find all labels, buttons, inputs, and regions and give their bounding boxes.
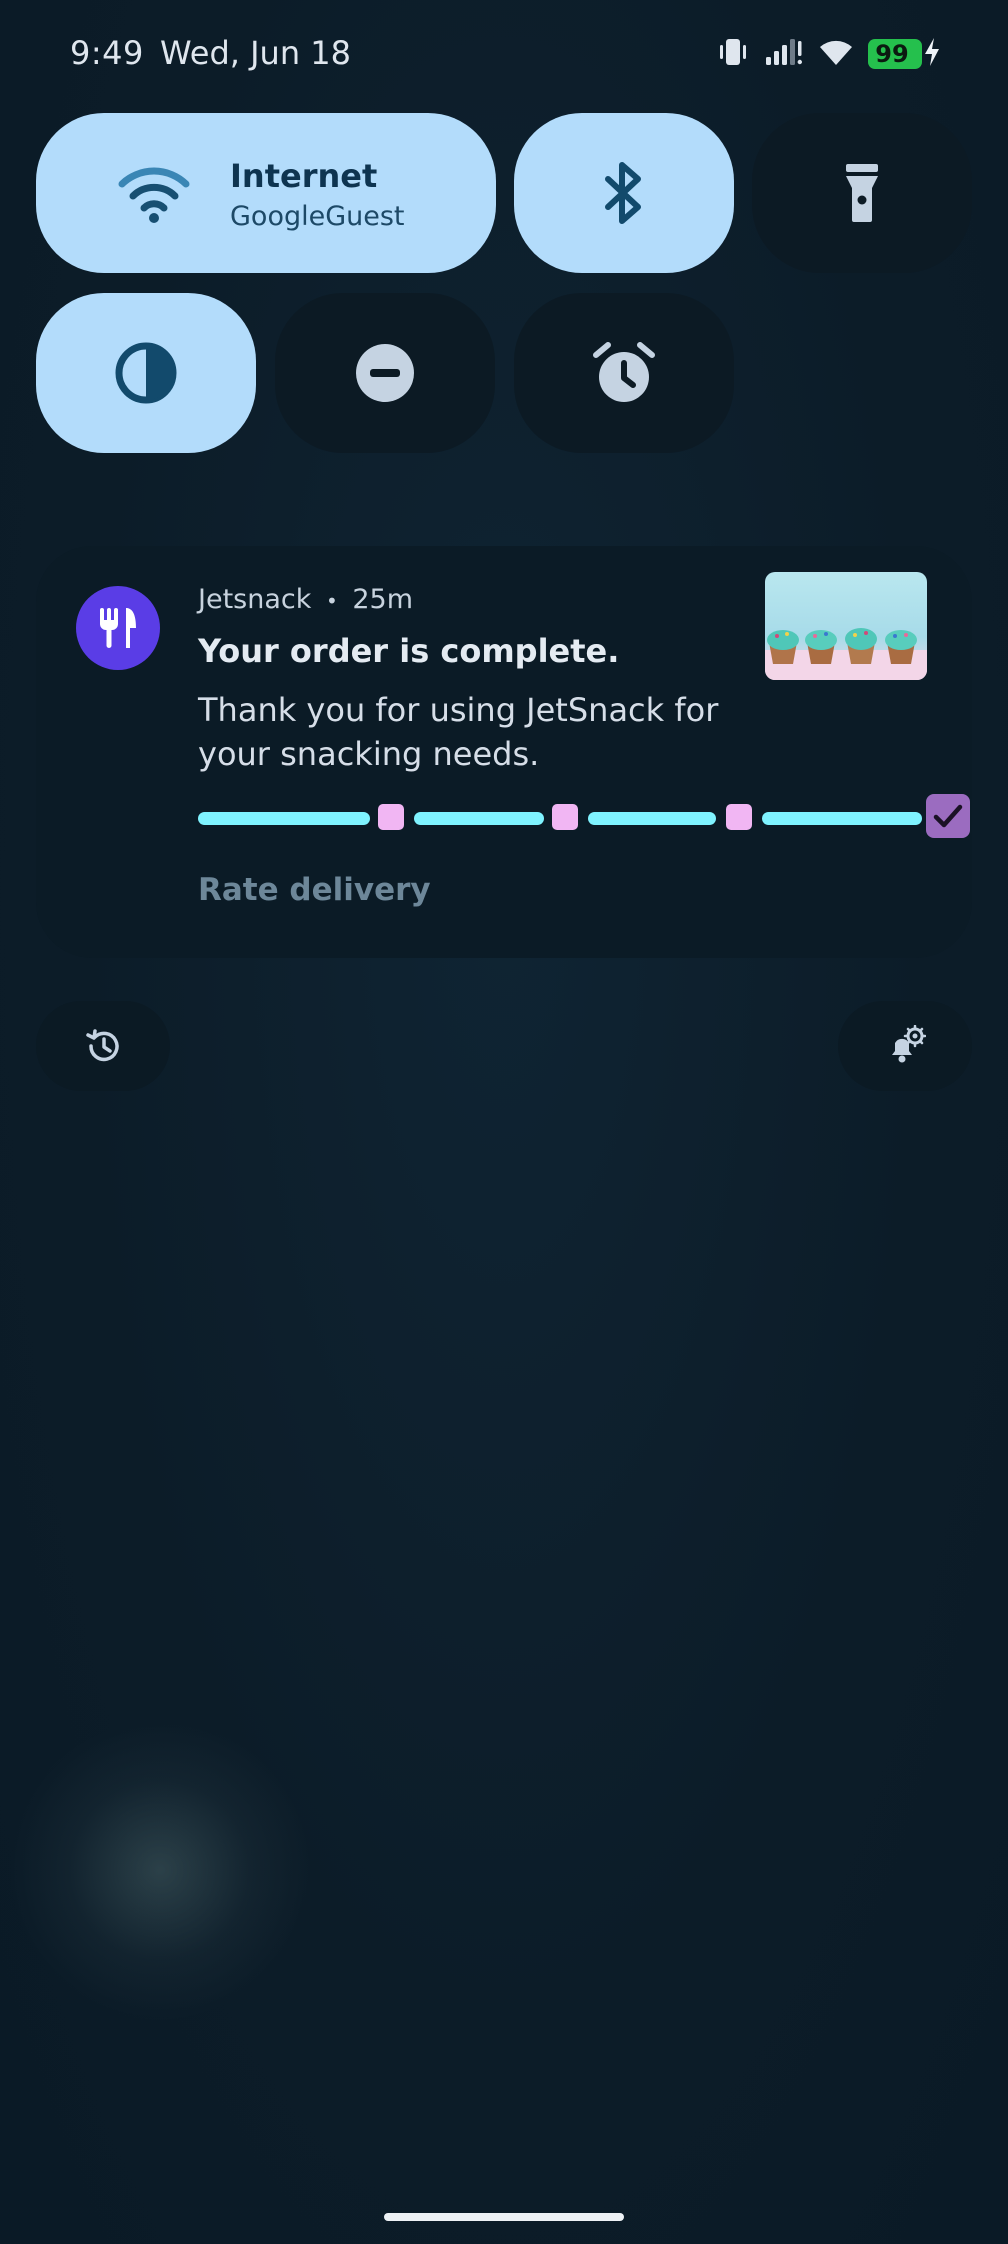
wifi-icon xyxy=(116,159,192,229)
restaurant-icon xyxy=(100,608,136,648)
alarm-icon xyxy=(592,341,656,405)
progress-segment xyxy=(762,812,922,825)
status-time: 9:49 xyxy=(70,34,144,72)
bluetooth-tile[interactable] xyxy=(514,113,734,273)
progress-segment xyxy=(588,812,716,825)
notification-title: Your order is complete. xyxy=(198,632,620,670)
notification-header: Jetsnack • 25m xyxy=(198,584,413,615)
alarm-tile[interactable] xyxy=(514,293,734,453)
progress-segment xyxy=(414,812,544,825)
notification-history-button[interactable] xyxy=(36,1001,170,1091)
cupcakes-thumbnail xyxy=(765,572,927,680)
status-date: Wed, Jun 18 xyxy=(160,34,351,72)
notification-body: Thank you for using JetSnack for your sn… xyxy=(198,691,719,773)
progress-milestone xyxy=(552,804,578,830)
internet-tile-network: GoogleGuest xyxy=(230,201,405,232)
status-bar: 9:49 Wed, Jun 18 99 xyxy=(0,0,1008,110)
notification-card[interactable]: Jetsnack • 25m Your order is complete. T… xyxy=(36,546,972,958)
check-icon xyxy=(933,804,963,828)
battery-icon: 99 xyxy=(868,39,922,69)
cell-signal-icon xyxy=(764,37,804,71)
progress-milestone xyxy=(378,804,404,830)
rate-delivery-button[interactable]: Rate delivery xyxy=(198,872,431,908)
vibrate-icon xyxy=(716,37,750,71)
notification-settings-icon xyxy=(892,1025,926,1063)
app-icon xyxy=(76,586,160,670)
internet-tile-title: Internet xyxy=(230,157,378,195)
contrast-tile[interactable] xyxy=(36,293,256,453)
flashlight-tile[interactable] xyxy=(752,113,972,273)
progress-segment xyxy=(198,812,370,825)
home-gesture-handle[interactable] xyxy=(384,2213,624,2221)
status-icons: 99 xyxy=(716,36,942,72)
wifi-icon xyxy=(818,37,854,71)
battery-level: 99 xyxy=(875,40,909,68)
do-not-disturb-icon xyxy=(354,342,416,404)
header-separator: • xyxy=(325,589,338,613)
do-not-disturb-tile[interactable] xyxy=(275,293,495,453)
progress-complete-milestone xyxy=(926,794,970,838)
notification-settings-button[interactable] xyxy=(838,1001,972,1091)
bluetooth-icon xyxy=(602,161,646,225)
flashlight-icon xyxy=(842,162,882,224)
time-ago: 25m xyxy=(352,584,414,615)
app-name: Jetsnack xyxy=(198,584,312,615)
progress-milestone xyxy=(726,804,752,830)
history-icon xyxy=(86,1029,119,1062)
charging-bolt-icon xyxy=(922,37,942,71)
order-progress-bar xyxy=(198,794,970,844)
contrast-icon xyxy=(114,341,178,405)
internet-tile[interactable]: Internet GoogleGuest xyxy=(36,113,496,273)
